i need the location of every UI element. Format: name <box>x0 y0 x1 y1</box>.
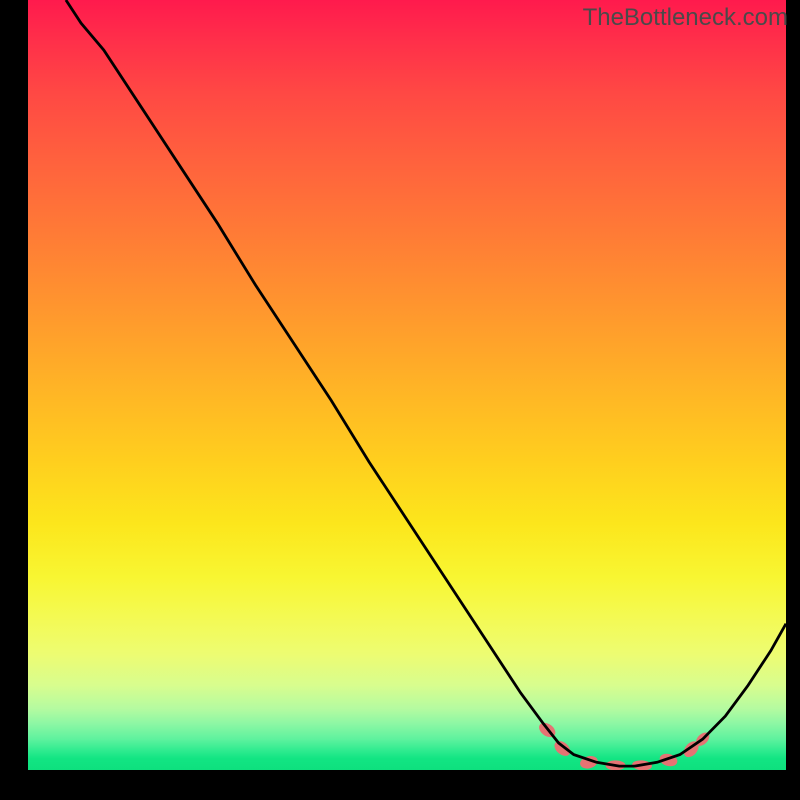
chart-svg <box>28 0 786 770</box>
watermark-text: TheBottleneck.com <box>583 4 788 32</box>
plot-area <box>28 0 786 770</box>
bottleneck-curve <box>66 0 786 766</box>
marker-point <box>552 738 574 759</box>
left-border <box>0 0 28 800</box>
bottom-border <box>0 770 800 800</box>
right-border <box>786 0 800 800</box>
